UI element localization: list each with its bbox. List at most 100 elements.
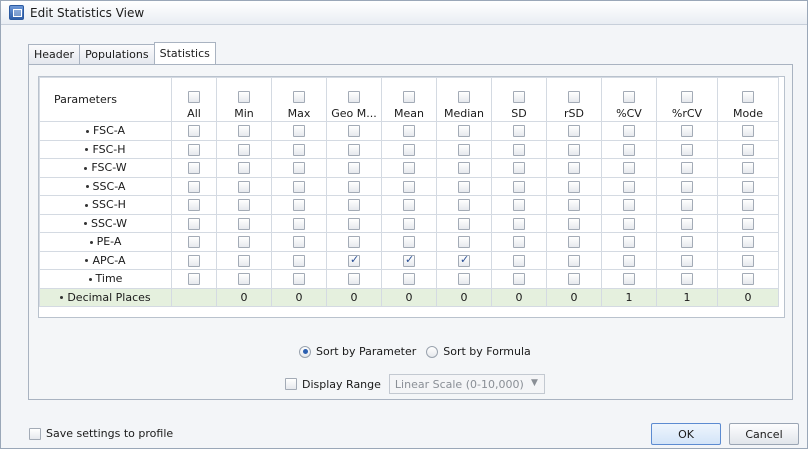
stat-checkbox[interactable] bbox=[681, 217, 693, 230]
stat-checkbox[interactable] bbox=[568, 217, 580, 230]
decimal-places-value[interactable] bbox=[171, 287, 217, 307]
stat-checkbox[interactable] bbox=[458, 180, 470, 193]
stat-checkbox[interactable] bbox=[513, 199, 525, 212]
stat-checkbox[interactable] bbox=[403, 273, 415, 286]
stat-checkbox[interactable] bbox=[403, 217, 415, 230]
stat-checkbox[interactable] bbox=[293, 236, 305, 249]
stat-checkbox[interactable] bbox=[458, 199, 470, 212]
sort-by-parameter-radio[interactable] bbox=[299, 345, 311, 358]
column-select-all-checkbox[interactable] bbox=[513, 90, 525, 103]
stat-checkbox[interactable] bbox=[568, 125, 580, 138]
stat-checkbox[interactable] bbox=[238, 199, 250, 212]
stat-checkbox[interactable] bbox=[238, 162, 250, 175]
cancel-button[interactable]: Cancel bbox=[729, 423, 799, 445]
stat-checkbox[interactable] bbox=[623, 273, 635, 286]
stat-checkbox[interactable] bbox=[742, 180, 754, 193]
decimal-places-value[interactable]: 0 bbox=[216, 287, 272, 307]
decimal-places-value[interactable]: 0 bbox=[326, 287, 382, 307]
stat-checkbox[interactable] bbox=[188, 180, 200, 193]
stat-checkbox[interactable] bbox=[293, 254, 305, 267]
stat-checkbox[interactable] bbox=[403, 253, 415, 267]
stat-checkbox[interactable] bbox=[568, 273, 580, 286]
stat-checkbox[interactable] bbox=[513, 273, 525, 286]
stat-checkbox[interactable] bbox=[188, 162, 200, 175]
decimal-places-value[interactable]: 0 bbox=[271, 287, 327, 307]
stat-checkbox[interactable] bbox=[458, 217, 470, 230]
stat-checkbox[interactable] bbox=[188, 217, 200, 230]
stat-checkbox[interactable] bbox=[742, 273, 754, 286]
stat-checkbox[interactable] bbox=[681, 143, 693, 156]
sort-by-formula-radio[interactable] bbox=[426, 345, 439, 358]
stat-checkbox[interactable] bbox=[348, 236, 360, 249]
decimal-places-value[interactable]: 0 bbox=[436, 287, 492, 307]
stat-checkbox[interactable] bbox=[188, 254, 200, 267]
stat-checkbox[interactable] bbox=[681, 199, 693, 212]
column-select-all-checkbox[interactable] bbox=[623, 90, 635, 103]
stat-checkbox[interactable] bbox=[348, 143, 360, 156]
column-select-all-checkbox[interactable] bbox=[238, 90, 250, 103]
stat-checkbox[interactable] bbox=[293, 162, 305, 175]
stat-checkbox[interactable] bbox=[568, 143, 580, 156]
stat-checkbox[interactable] bbox=[568, 180, 580, 193]
sort-by-formula-option[interactable]: Sort by Formula bbox=[426, 345, 531, 358]
tab-statistics[interactable]: Statistics bbox=[153, 42, 216, 64]
stat-checkbox[interactable] bbox=[742, 254, 754, 267]
stat-checkbox[interactable] bbox=[623, 236, 635, 249]
stat-checkbox[interactable] bbox=[403, 236, 415, 249]
stat-checkbox[interactable] bbox=[348, 273, 360, 286]
stat-checkbox[interactable] bbox=[513, 217, 525, 230]
stat-checkbox[interactable] bbox=[742, 162, 754, 175]
stat-checkbox[interactable] bbox=[742, 217, 754, 230]
stat-checkbox[interactable] bbox=[293, 199, 305, 212]
stat-checkbox[interactable] bbox=[681, 125, 693, 138]
stat-checkbox[interactable] bbox=[568, 162, 580, 175]
stat-checkbox[interactable] bbox=[238, 273, 250, 286]
stat-checkbox[interactable] bbox=[513, 254, 525, 267]
stat-checkbox[interactable] bbox=[623, 162, 635, 175]
stat-checkbox[interactable] bbox=[293, 273, 305, 286]
decimal-places-value[interactable]: 0 bbox=[546, 287, 602, 307]
stat-checkbox[interactable] bbox=[623, 254, 635, 267]
stat-checkbox[interactable] bbox=[403, 180, 415, 193]
stat-checkbox[interactable] bbox=[513, 180, 525, 193]
column-select-all-checkbox[interactable] bbox=[742, 90, 754, 103]
stat-checkbox[interactable] bbox=[568, 236, 580, 249]
column-select-all-checkbox[interactable] bbox=[188, 90, 200, 103]
stat-checkbox[interactable] bbox=[681, 162, 693, 175]
column-select-all-checkbox[interactable] bbox=[348, 90, 360, 103]
stat-checkbox[interactable] bbox=[458, 236, 470, 249]
stat-checkbox[interactable] bbox=[458, 253, 470, 267]
stat-checkbox[interactable] bbox=[238, 217, 250, 230]
stat-checkbox[interactable] bbox=[348, 162, 360, 175]
stat-checkbox[interactable] bbox=[403, 199, 415, 212]
stat-checkbox[interactable] bbox=[681, 236, 693, 249]
stat-checkbox[interactable] bbox=[188, 125, 200, 138]
stat-checkbox[interactable] bbox=[238, 143, 250, 156]
column-select-all-checkbox[interactable] bbox=[293, 90, 305, 103]
decimal-places-value[interactable]: 0 bbox=[491, 287, 547, 307]
stat-checkbox[interactable] bbox=[403, 125, 415, 138]
stat-checkbox[interactable] bbox=[513, 162, 525, 175]
decimal-places-value[interactable]: 0 bbox=[381, 287, 437, 307]
stat-checkbox[interactable] bbox=[348, 199, 360, 212]
tab-header[interactable]: Header bbox=[28, 44, 81, 64]
stat-checkbox[interactable] bbox=[238, 125, 250, 138]
stat-checkbox[interactable] bbox=[742, 236, 754, 249]
stat-checkbox[interactable] bbox=[623, 217, 635, 230]
stat-checkbox[interactable] bbox=[293, 217, 305, 230]
save-settings-checkbox[interactable] bbox=[29, 427, 41, 440]
column-select-all-checkbox[interactable] bbox=[458, 90, 470, 103]
stat-checkbox[interactable] bbox=[623, 180, 635, 193]
decimal-places-value[interactable]: 0 bbox=[717, 287, 779, 307]
stat-checkbox[interactable] bbox=[568, 199, 580, 212]
tab-populations[interactable]: Populations bbox=[79, 44, 155, 64]
stat-checkbox[interactable] bbox=[188, 236, 200, 249]
stat-checkbox[interactable] bbox=[513, 143, 525, 156]
stat-checkbox[interactable] bbox=[293, 143, 305, 156]
stat-checkbox[interactable] bbox=[742, 125, 754, 138]
stat-checkbox[interactable] bbox=[188, 199, 200, 212]
stat-checkbox[interactable] bbox=[238, 180, 250, 193]
stat-checkbox[interactable] bbox=[293, 180, 305, 193]
stat-checkbox[interactable] bbox=[348, 253, 360, 267]
stat-checkbox[interactable] bbox=[568, 254, 580, 267]
